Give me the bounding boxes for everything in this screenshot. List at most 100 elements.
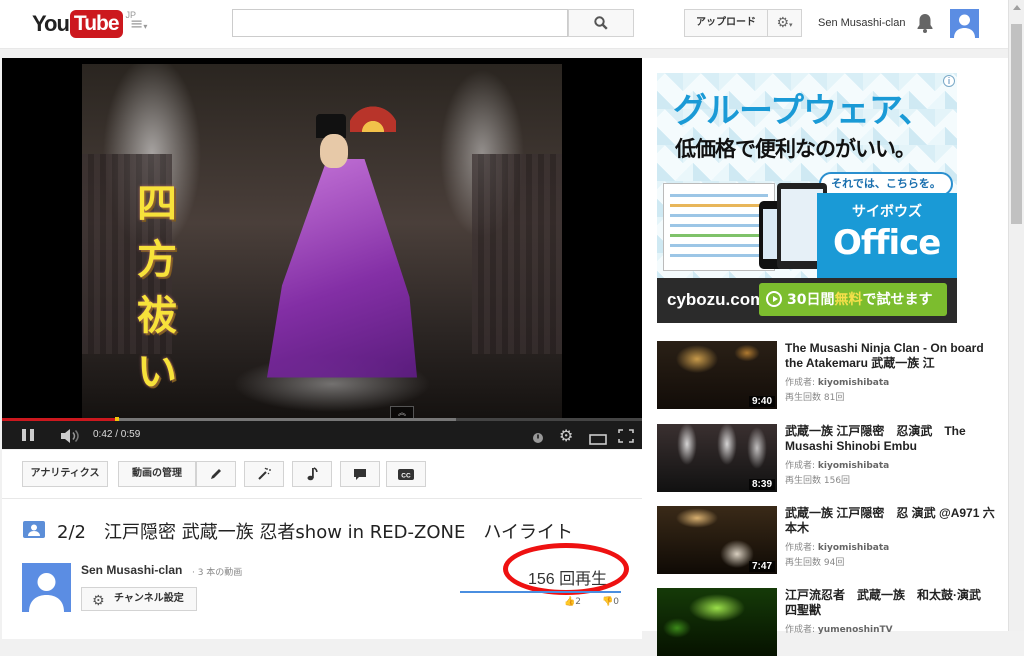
search-button[interactable] [568, 9, 634, 37]
ad-footer: cybozu.com 30日間無料で試せます [657, 278, 957, 323]
masthead: You Tube JP ≡▾ アップロード ⚙▾ Sen Musashi-cla… [0, 0, 1008, 49]
related-video-item[interactable]: 8:39 武蔵一族 江戸隠密 忍演武 The Musashi Shinobi E… [657, 424, 1002, 492]
dancer-fan [350, 104, 396, 132]
owner-video-count: · 3 本の動画 [192, 568, 243, 578]
dancer-figure [267, 159, 417, 378]
like-button[interactable]: 👍2 [564, 597, 581, 607]
captions-button[interactable]: CC [386, 461, 426, 487]
video-manager-button[interactable]: 動画の管理 [118, 461, 196, 487]
related-author-line: 作成者: kiyomishibata [785, 375, 889, 388]
edit-button[interactable] [196, 461, 236, 487]
channel-settings-label: チャンネル設定 [114, 593, 184, 604]
private-video-icon [23, 521, 45, 538]
search-icon [594, 16, 608, 30]
ad-cta-button[interactable]: 30日間無料で試せます [759, 283, 947, 316]
related-video-item[interactable]: 9:40 The Musashi Ninja Clan - On board t… [657, 341, 1002, 409]
related-author-line: 作成者: yumenoshinTV [785, 622, 893, 635]
video-player[interactable]: 四 方 祓 い ︽ 0:42 / 0:59 ⚙ [2, 58, 642, 449]
username-link[interactable]: Sen Musashi-clan [818, 17, 905, 29]
like-ratio-bar [460, 591, 621, 593]
ad-headline: グループウェア、 [673, 91, 933, 131]
svg-text:CC: CC [401, 472, 411, 479]
scroll-up-arrow-icon[interactable] [1013, 5, 1021, 10]
scrollbar-thumb[interactable] [1011, 24, 1022, 224]
search-input[interactable] [232, 9, 568, 37]
logo-tube: Tube [69, 10, 123, 38]
ad-cta-text: 30日間無料で試せます [787, 289, 932, 309]
volume-icon[interactable] [60, 428, 80, 447]
related-author-label: 作成者: [785, 625, 816, 635]
video-duration: 7:47 [748, 561, 775, 572]
speech-bubble-icon [354, 469, 366, 480]
guide-menu-icon[interactable]: ≡▾ [130, 14, 156, 34]
ad-brand-sub: サイボウズ [852, 204, 922, 220]
page-scrollbar[interactable] [1008, 0, 1024, 631]
stage-curtain-right [472, 154, 562, 354]
related-title[interactable]: 武蔵一族 江戸隠密 忍演武 The Musashi Shinobi Embu [785, 424, 995, 454]
kanji-char: 方 [137, 236, 177, 283]
gear-icon: ⚙ [92, 593, 105, 609]
audio-button[interactable] [292, 461, 332, 487]
like-count: 2 [575, 597, 581, 607]
owner-name-link[interactable]: Sen Musashi-clan [81, 563, 182, 577]
notification-bell-icon[interactable] [915, 12, 935, 38]
related-thumbnail[interactable]: 9:40 [657, 341, 777, 409]
related-title[interactable]: 江戸流忍者 武蔵一族 和太鼓·演武 四聖獣 [785, 588, 995, 618]
annotation-circle [503, 543, 629, 595]
thumbs-up-icon: 👍 [564, 597, 576, 607]
channel-settings-button[interactable]: ⚙ チャンネル設定 [81, 587, 197, 611]
dancer-head [320, 134, 348, 168]
related-views: 再生回数 81回 [785, 393, 845, 403]
video-info-panel: 2/2 江戸隠密 武蔵一族 忍者show in RED-ZONE ハイライト S… [2, 499, 642, 639]
analytics-button[interactable]: アナリティクス [22, 461, 108, 487]
related-author[interactable]: kiyomishibata [818, 461, 889, 471]
related-author-label: 作成者: [785, 378, 816, 388]
settings-gear-icon[interactable]: ⚙ [559, 426, 573, 445]
dislike-count: 0 [613, 597, 619, 607]
related-views: 再生回数 156回 [785, 476, 851, 486]
related-author-label: 作成者: [785, 543, 816, 553]
ad-brand-main: Office [833, 223, 941, 263]
ad-cta-suffix: で試せます [862, 292, 933, 308]
chevron-down-icon: ▾ [789, 21, 793, 29]
related-thumbnail[interactable] [657, 588, 777, 656]
pause-icon[interactable] [22, 429, 36, 441]
related-author[interactable]: kiyomishibata [818, 378, 889, 388]
video-frame[interactable]: 四 方 祓 い ︽ [82, 64, 562, 418]
related-author[interactable]: kiyomishibata [818, 543, 889, 553]
dislike-button[interactable]: 👎0 [602, 597, 619, 607]
owner-avatar[interactable] [22, 563, 71, 612]
creator-toolbar: アナリティクス 動画の管理 CC [2, 450, 642, 499]
display-ad[interactable]: グループウェア、 低価格で便利なのがいい。 それでは、こちらを。 サイボウズ O… [657, 73, 957, 323]
gear-icon: ⚙ [776, 15, 790, 31]
related-author[interactable]: yumenoshinTV [818, 625, 893, 635]
related-video-item[interactable]: 7:47 武蔵一族 江戸隠密 忍 演武 @A971 六本木 作成者: kiyom… [657, 506, 1002, 574]
annotations-button[interactable] [340, 461, 380, 487]
settings-button[interactable]: ⚙▾ [767, 9, 802, 37]
cc-icon: CC [398, 469, 414, 480]
ad-brand-url: cybozu.com [667, 290, 766, 309]
logo-you: You [32, 11, 70, 36]
related-title[interactable]: The Musashi Ninja Clan - On board the At… [785, 341, 995, 371]
youtube-logo[interactable]: You Tube JP [32, 8, 136, 40]
upload-button[interactable]: アップロード [684, 9, 768, 37]
related-thumbnail[interactable]: 7:47 [657, 506, 777, 574]
account-avatar[interactable] [950, 9, 979, 38]
video-title: 2/2 江戸隠密 武蔵一族 忍者show in RED-ZONE ハイライト [57, 522, 573, 543]
video-overlay-kanji: 四 方 祓 い [132, 176, 182, 400]
related-title[interactable]: 武蔵一族 江戸隠密 忍 演武 @A971 六本木 [785, 506, 995, 536]
magic-wand-icon [258, 467, 271, 480]
theater-mode-icon[interactable] [589, 430, 607, 449]
ad-cta-free: 無料 [834, 292, 863, 308]
related-author-label: 作成者: [785, 461, 816, 471]
enhance-button[interactable] [244, 461, 284, 487]
related-video-item[interactable]: 江戸流忍者 武蔵一族 和太鼓·演武 四聖獣 作成者: yumenoshinTV [657, 588, 1002, 656]
annotations-icon[interactable] [532, 429, 544, 448]
fullscreen-icon[interactable] [618, 428, 634, 447]
related-thumbnail[interactable]: 8:39 [657, 424, 777, 492]
ad-subline: 低価格で便利なのがいい。 [675, 137, 916, 161]
ad-info-icon[interactable]: i [943, 75, 955, 87]
expand-annotation-chevron-icon[interactable]: ︽ [390, 406, 414, 418]
kanji-char: 祓 [137, 292, 177, 339]
related-author-line: 作成者: kiyomishibata [785, 540, 889, 553]
